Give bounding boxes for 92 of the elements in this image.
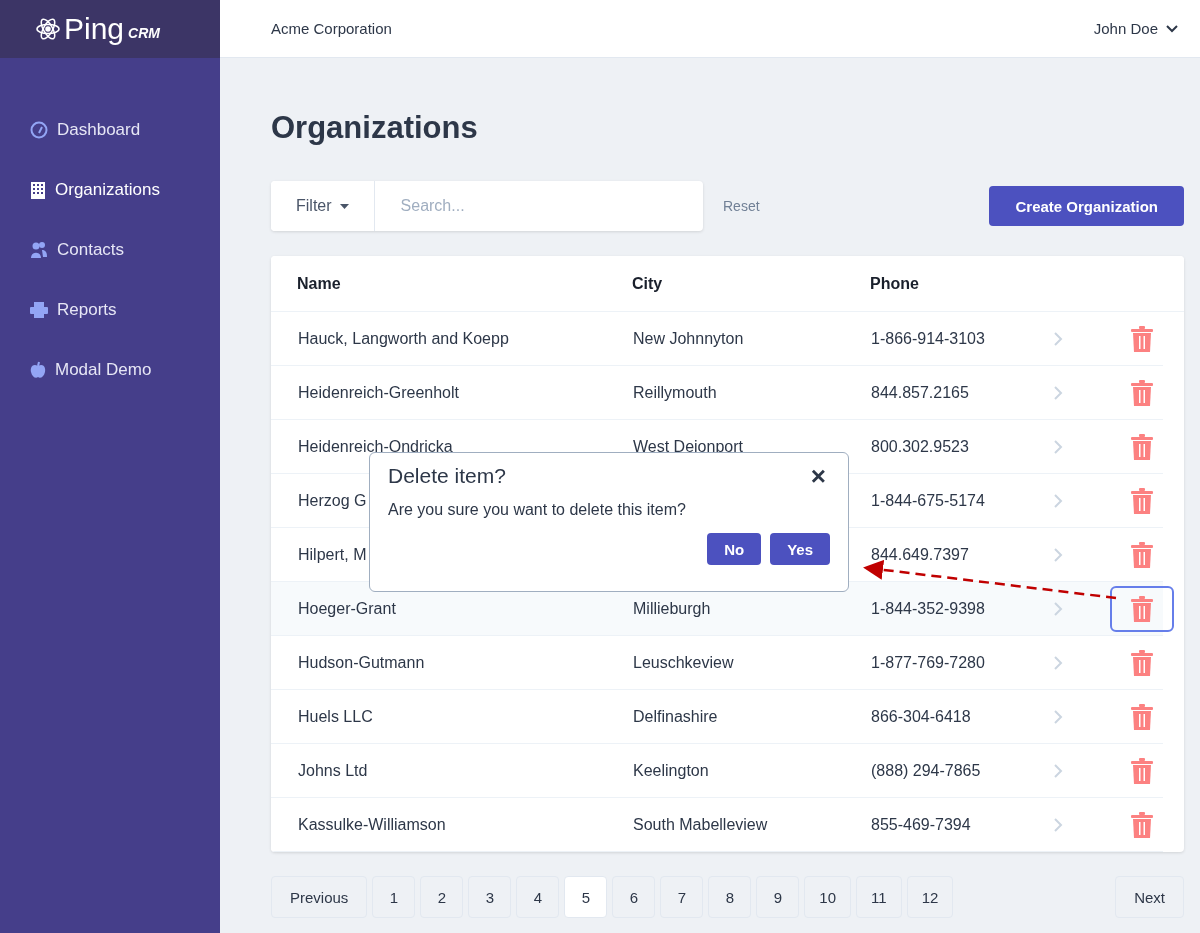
page-link[interactable]: 7	[660, 876, 704, 918]
table-cell: 1-866-914-3103	[871, 329, 985, 348]
atom-icon	[36, 17, 60, 41]
filter-button[interactable]: Filter	[271, 181, 375, 231]
trash-icon	[1131, 703, 1153, 730]
account-name: Acme Corporation	[271, 20, 392, 37]
table-cell: 844.857.2165	[871, 383, 969, 402]
dialog-title: Delete item?	[388, 464, 506, 488]
chevron-icon[interactable]	[1054, 709, 1063, 724]
column-header: City	[632, 274, 663, 293]
chevron-icon[interactable]	[1054, 601, 1063, 616]
table-cell: Hilpert, M	[298, 545, 367, 564]
chevron-icon[interactable]	[1054, 439, 1063, 454]
table-cell: Leuschkeview	[633, 653, 734, 672]
page-link[interactable]: 5	[564, 876, 608, 918]
table-cell: New Johnnyton	[633, 329, 744, 348]
table-cell: 855-469-7394	[871, 815, 971, 834]
sidebar-item[interactable]: Contacts	[30, 238, 220, 262]
close-button[interactable]: ×	[806, 463, 830, 489]
trash-icon	[1131, 325, 1153, 352]
building-icon	[30, 181, 46, 199]
caret-icon	[339, 203, 349, 209]
table-cell: West Dejonport	[633, 437, 743, 456]
dialog-message: Are you sure you want to delete this item?	[388, 501, 687, 519]
sidebar-item[interactable]: Reports	[30, 298, 220, 322]
logo-suffix: CRM	[128, 25, 160, 41]
trash-icon	[1131, 541, 1153, 568]
user-menu[interactable]: John Doe	[1087, 19, 1184, 38]
trash-icon	[1131, 649, 1153, 676]
apple-icon	[30, 361, 46, 379]
chevron-icon[interactable]	[1054, 493, 1063, 508]
chevron-icon[interactable]	[1054, 547, 1063, 562]
page-title: Organizations	[271, 109, 479, 147]
table-cell: Huels LLC	[298, 707, 373, 726]
delete-button[interactable]	[1110, 585, 1174, 632]
chevron-icon[interactable]	[1054, 385, 1063, 400]
page-link[interactable]: 10	[804, 876, 852, 918]
table-cell: 1-844-675-5174	[871, 491, 985, 510]
logo-name: Ping	[64, 14, 125, 44]
page-link[interactable]: 8	[708, 876, 752, 918]
chevron-icon[interactable]	[1054, 763, 1063, 778]
page-link[interactable]: 12	[906, 876, 954, 918]
table-cell: Delfinashire	[633, 707, 718, 726]
page-link[interactable]: 2	[420, 876, 464, 918]
trash-icon	[1131, 811, 1153, 838]
table-cell: Hauck, Langworth and Koepp	[298, 329, 509, 348]
table-cell: Heidenreich-Ondricka	[298, 437, 453, 456]
sidebar-item[interactable]: Dashboard	[30, 118, 220, 142]
table-cell: Heidenreich-Greenholt	[298, 383, 459, 402]
reset-button[interactable]: Reset	[717, 197, 766, 215]
table-cell: 800.302.9523	[871, 437, 969, 456]
next-button[interactable]: Next	[1115, 876, 1184, 918]
people-icon	[30, 241, 48, 259]
sidebar-item[interactable]: Modal Demo	[30, 358, 220, 382]
previous-button[interactable]: Previous	[271, 876, 368, 918]
trash-icon	[1131, 433, 1153, 460]
table-cell: South Mabelleview	[633, 815, 768, 834]
sidebar-item[interactable]: Organizations	[30, 178, 220, 202]
gauge-icon	[30, 121, 48, 139]
trash-icon	[1131, 379, 1153, 406]
page-link[interactable]: 1	[372, 876, 416, 918]
table-cell: Reillymouth	[633, 383, 717, 402]
table-cell: 844.649.7397	[871, 545, 969, 564]
table-cell: 1-877-769-7280	[871, 653, 985, 672]
chevron-icon[interactable]	[1054, 817, 1063, 832]
table-cell: 1-844-352-9398	[871, 599, 985, 618]
table-cell: Johns Ltd	[298, 761, 368, 780]
table-cell: (888) 294-7865	[871, 761, 981, 780]
search-field[interactable]: Filter Search...	[271, 181, 703, 231]
table-cell: 866-304-6418	[871, 707, 971, 726]
trash-icon	[1131, 757, 1153, 784]
trash-icon	[1131, 487, 1153, 514]
table-cell: Herzog G	[298, 491, 367, 510]
table-cell: Keelington	[633, 761, 709, 780]
chevron-icon[interactable]	[1054, 331, 1063, 346]
table-cell: Kassulke-Williamson	[298, 815, 446, 834]
page-link[interactable]: 4	[516, 876, 560, 918]
column-header: Phone	[870, 274, 919, 293]
table-cell: Hoeger-Grant	[298, 599, 396, 618]
page-link[interactable]: 9	[756, 876, 800, 918]
create-button[interactable]: Create Organization	[989, 186, 1184, 226]
page-link[interactable]: 11	[856, 876, 902, 918]
trash-icon	[1131, 595, 1153, 622]
page-link[interactable]: 6	[612, 876, 656, 918]
column-header: Name	[297, 274, 341, 293]
page-link[interactable]: 3	[468, 876, 512, 918]
chevron-icon[interactable]	[1054, 655, 1063, 670]
caret-icon	[1166, 24, 1178, 33]
table-cell: Hudson-Gutmann	[298, 653, 425, 672]
dialog-button[interactable]: Yes	[770, 533, 830, 565]
dialog-button[interactable]: No	[707, 533, 762, 565]
table-cell: Millieburgh	[633, 599, 711, 618]
